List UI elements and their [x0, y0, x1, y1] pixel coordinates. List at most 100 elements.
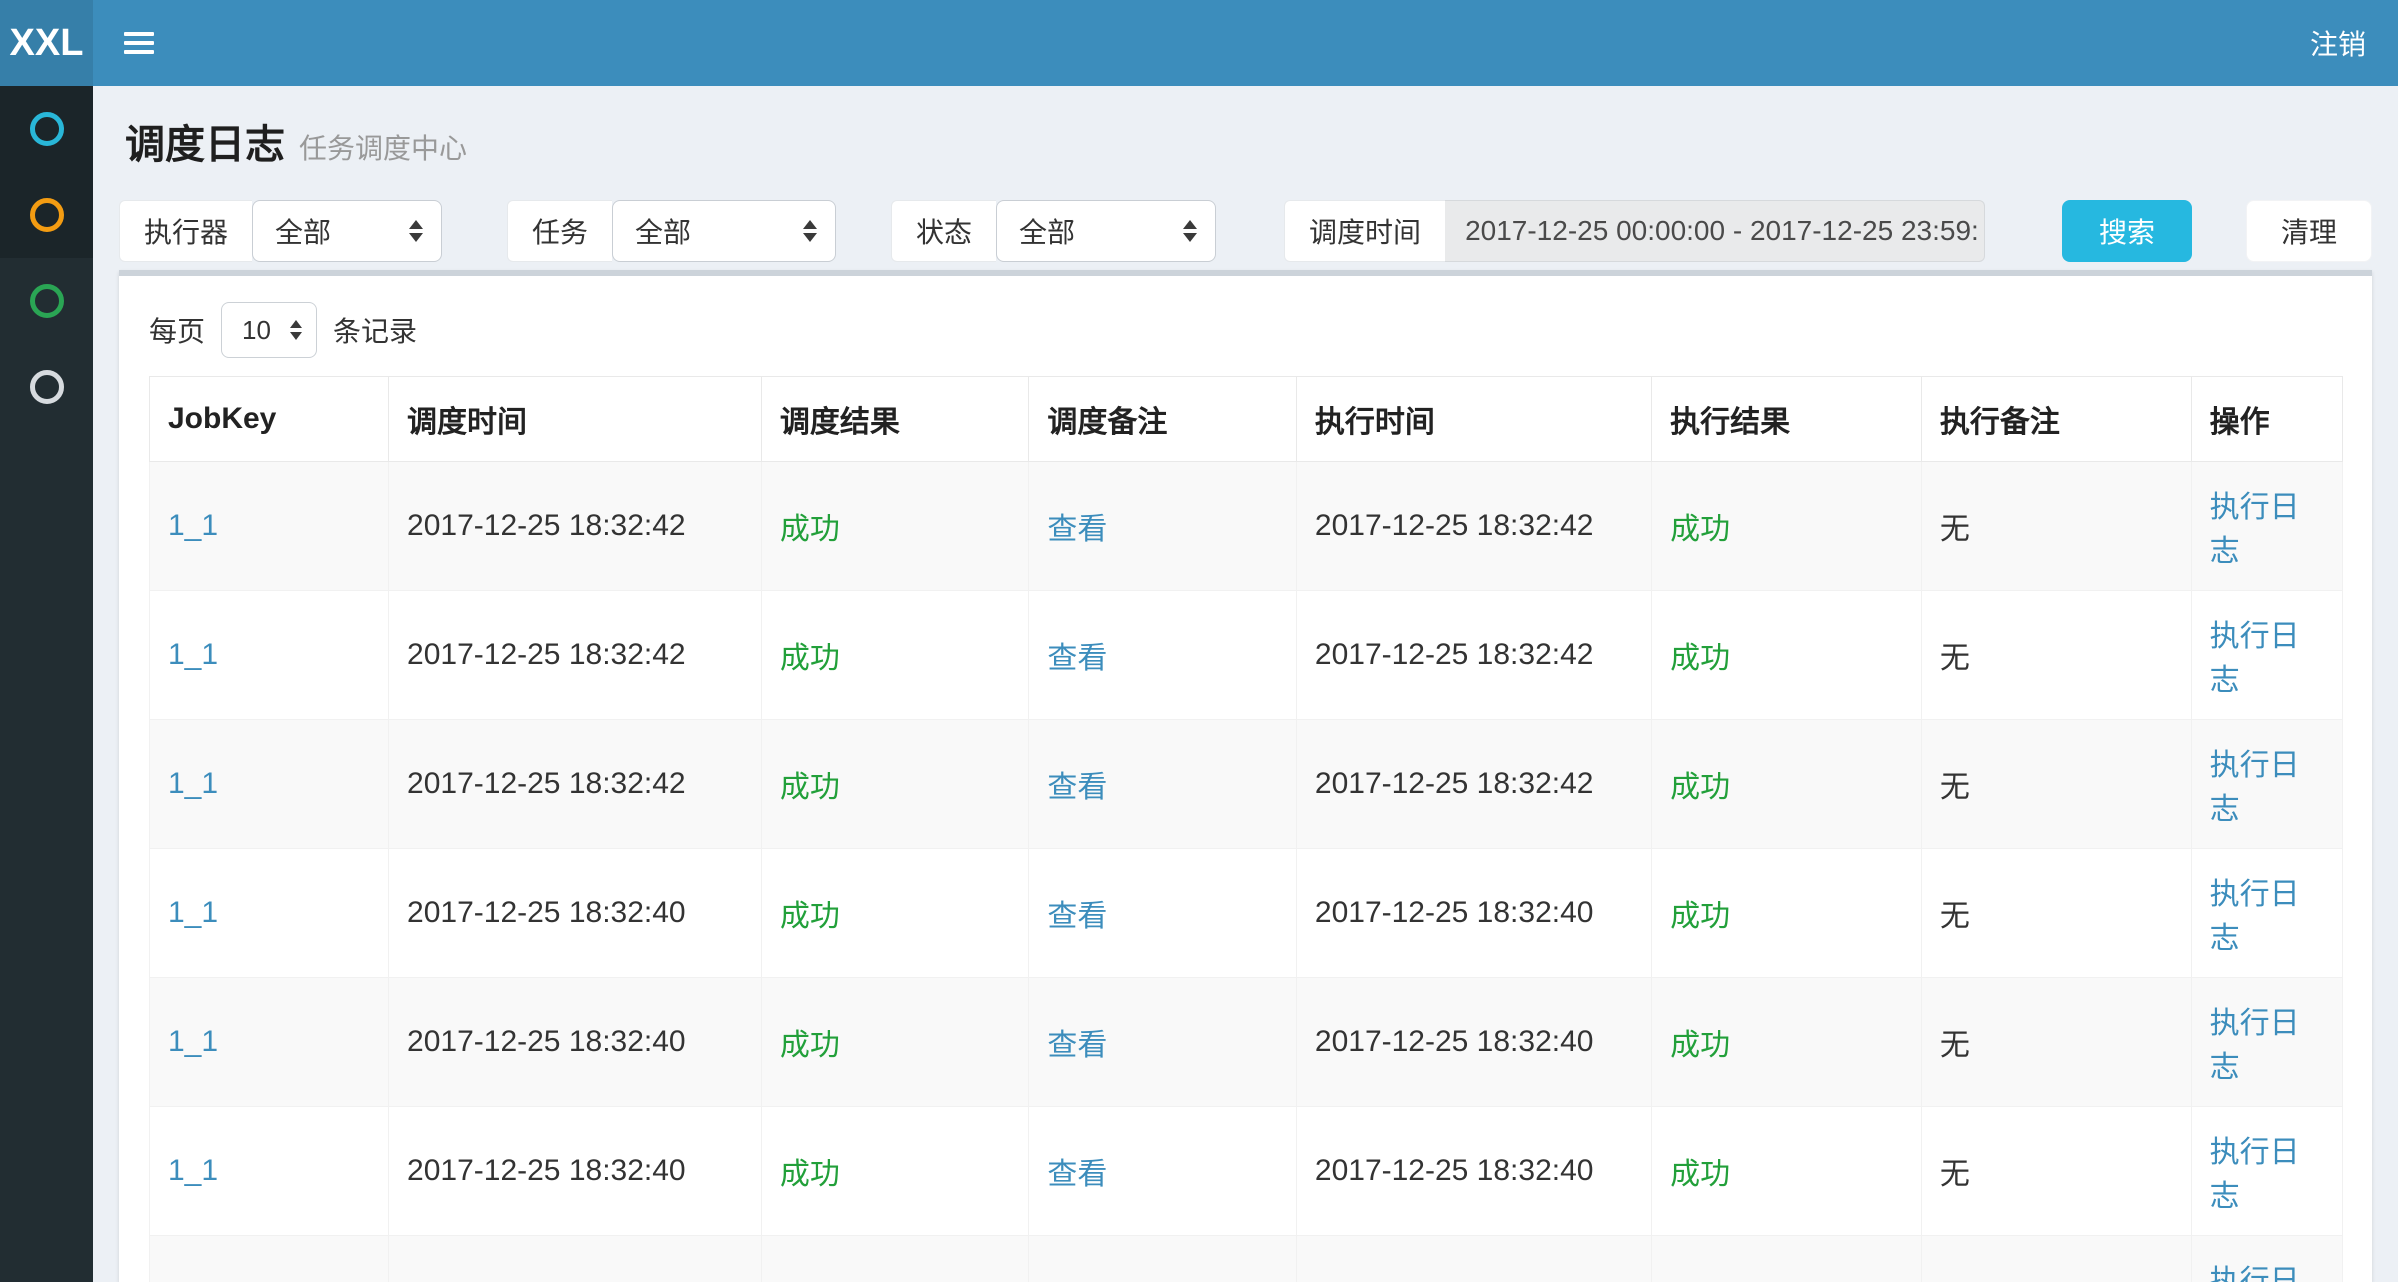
trigger-msg-link[interactable]: 查看	[1047, 1029, 1107, 1062]
filter-toolbar: 执行器 全部 任务 全部 状态 全部 调度时间	[119, 200, 2372, 262]
status-filter-group: 状态 全部	[891, 200, 1216, 262]
job-select-value: 全部	[635, 211, 691, 251]
status-select-value: 全部	[1019, 211, 1075, 251]
trigger-time-cell: 2017-12-25 18:32:42	[407, 509, 686, 542]
handle-result-cell: 成功	[1670, 1029, 1730, 1062]
circle-icon	[30, 112, 64, 146]
handle-msg-cell: 无	[1940, 642, 1970, 675]
table-header-row: JobKey调度时间调度结果调度备注执行时间执行结果执行备注操作	[150, 377, 2343, 462]
page-size-select[interactable]: 10	[221, 302, 317, 358]
search-button[interactable]: 搜索	[2062, 200, 2192, 262]
handle-time-cell: 2017-12-25 18:32:40	[1315, 1025, 1594, 1058]
handle-result-cell: 成功	[1670, 642, 1730, 675]
handle-msg-cell: 无	[1940, 513, 1970, 546]
jobkey-link[interactable]: 1_1	[168, 638, 218, 671]
execution-log-link[interactable]: 执行日志	[2210, 749, 2300, 826]
execution-log-link[interactable]: 执行日志	[2210, 620, 2300, 697]
handle-result-cell: 成功	[1670, 1158, 1730, 1191]
handle-result-cell: 成功	[1670, 771, 1730, 804]
jobkey-link[interactable]: 1_1	[168, 767, 218, 800]
select-arrows-icon	[290, 320, 302, 340]
handle-time-cell: 2017-12-25 18:32:40	[1315, 896, 1594, 929]
execution-log-link[interactable]: 执行日志	[2210, 1136, 2300, 1213]
trigger-time-cell: 2017-12-25 18:32:42	[407, 767, 686, 800]
status-filter-label: 状态	[891, 200, 996, 262]
trigger-msg-link[interactable]: 查看	[1047, 1158, 1107, 1191]
trigger-msg-link[interactable]: 查看	[1047, 642, 1107, 675]
sidebar-toggle-button[interactable]	[110, 0, 168, 86]
table-row: 1_1 2017-12-25 18:32:42 成功 查看 2017-12-25 18:…	[150, 591, 2343, 720]
trigger-time-cell: 2017-12-25 18:32:40	[407, 896, 686, 929]
execution-log-link[interactable]: 执行日志	[2210, 491, 2300, 568]
job-select[interactable]: 全部	[612, 200, 836, 262]
trigger-msg-link[interactable]: 查看	[1047, 513, 1107, 546]
jobkey-link[interactable]: 1_1	[168, 896, 218, 929]
page-subtitle: 任务调度中心	[299, 127, 467, 167]
page-header: 调度日志 任务调度中心	[119, 112, 2372, 170]
circle-icon	[30, 370, 64, 404]
logout-link[interactable]: 注销	[2310, 0, 2366, 86]
handle-result-cell: 成功	[1670, 513, 1730, 546]
time-range-input[interactable]	[1445, 200, 1985, 262]
status-select[interactable]: 全部	[996, 200, 1216, 262]
page-size-value: 10	[242, 315, 271, 346]
jobkey-link[interactable]: 1_1	[168, 1025, 218, 1058]
trigger-time-cell: 2017-12-25 18:32:40	[407, 1025, 686, 1058]
select-arrows-icon	[803, 220, 817, 242]
page-size-row: 每页 10 条记录	[119, 276, 2372, 358]
jobkey-link[interactable]: 1_1	[168, 1154, 218, 1187]
handle-msg-cell: 无	[1940, 771, 1970, 804]
app-logo: XXL	[0, 0, 93, 86]
job-filter-label: 任务	[507, 200, 612, 262]
circle-icon	[30, 198, 64, 232]
sidebar-item-3[interactable]	[0, 258, 93, 344]
main-content: 调度日志 任务调度中心 执行器 全部 任务 全部 状态 全部	[93, 86, 2398, 1282]
table-row: 1_1 2017-12-25 18:32:40 成功 查看 2017-12-25 18:…	[150, 1107, 2343, 1236]
time-filter-label: 调度时间	[1284, 200, 1445, 262]
execution-log-link[interactable]: 执行日志	[2210, 1007, 2300, 1084]
trigger-result-cell: 成功	[780, 642, 840, 675]
handle-msg-cell: 无	[1940, 900, 1970, 933]
trigger-msg-link[interactable]: 查看	[1047, 900, 1107, 933]
handle-time-cell: 2017-12-25 18:32:40	[1315, 1154, 1594, 1187]
table-row: 1_1 2017-12-25 18:32:42 成功 查看 2017-12-25 18:…	[150, 720, 2343, 849]
column-header: 执行时间	[1296, 377, 1651, 462]
handle-time-cell: 2017-12-25 18:32:42	[1315, 638, 1594, 671]
trigger-result-cell: 成功	[780, 1158, 840, 1191]
table-row: 1_12017-12-25 18:28:10成功查看2017-12-25 18:…	[150, 1236, 2343, 1282]
select-arrows-icon	[409, 220, 423, 242]
trigger-result-cell: 成功	[780, 1029, 840, 1062]
execution-log-link[interactable]: 执行日志	[2210, 878, 2300, 955]
jobkey-link[interactable]: 1_1	[168, 509, 218, 542]
trigger-time-cell: 2017-12-25 18:32:42	[407, 638, 686, 671]
table-row: 1_1 2017-12-25 18:32:40 成功 查看 2017-12-25 18:…	[150, 978, 2343, 1107]
page-size-prefix: 每页	[149, 310, 205, 350]
column-header: 调度时间	[389, 377, 762, 462]
sidebar-menu	[0, 86, 93, 1282]
column-header: 调度备注	[1029, 377, 1297, 462]
hamburger-icon	[124, 32, 154, 36]
trigger-msg-link[interactable]: 查看	[1047, 771, 1107, 804]
trigger-time-cell: 2017-12-25 18:32:40	[407, 1154, 686, 1187]
trigger-result-cell: 成功	[780, 900, 840, 933]
page-size-suffix: 条记录	[333, 310, 417, 350]
handle-time-cell: 2017-12-25 18:32:42	[1315, 509, 1594, 542]
handle-msg-cell: 无	[1940, 1029, 1970, 1062]
table-row: 1_1 2017-12-25 18:32:42 成功 查看 2017-12-25 18:…	[150, 462, 2343, 591]
clean-button[interactable]: 清理	[2246, 200, 2372, 262]
executor-select-value: 全部	[275, 211, 331, 251]
sidebar-item-1[interactable]	[0, 86, 93, 172]
column-header: 调度结果	[761, 377, 1029, 462]
sidebar-item-4[interactable]	[0, 344, 93, 430]
time-filter-group: 调度时间	[1284, 200, 1985, 262]
execution-log-link[interactable]: 执行日志	[2210, 1265, 2300, 1282]
executor-select[interactable]: 全部	[252, 200, 442, 262]
column-header: 操作	[2191, 377, 2342, 462]
trigger-result-cell: 成功	[780, 513, 840, 546]
executor-filter-label: 执行器	[119, 200, 252, 262]
sidebar-item-2[interactable]	[0, 172, 93, 258]
handle-time-cell: 2017-12-25 18:32:42	[1315, 767, 1594, 800]
page-title: 调度日志	[125, 112, 285, 170]
handle-msg-cell: 无	[1940, 1158, 1970, 1191]
column-header: 执行结果	[1652, 377, 1922, 462]
